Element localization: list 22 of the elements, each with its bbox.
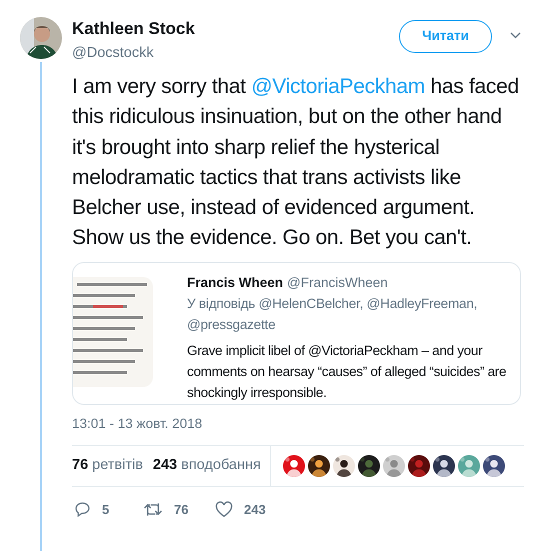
quoted-tweet-card[interactable]	[72, 262, 521, 405]
tweet-text: I am very sorry that @VictoriaPeckham has faced this ridiculous insinuation, but on the other hand it's brought into sharp relief the hysterical melodramatic tactics that trans activists like Belcher use, instead of evidenced argument. Show us the evidence. Go on. Bet you can't.	[72, 74, 520, 252]
author-handle[interactable]: @Docstockk	[72, 43, 195, 63]
quoted-author-name: Francis Wheen	[187, 274, 284, 292]
timestamp[interactable]: 13:01 - 13 жовт. 2018	[72, 414, 543, 434]
heart-icon[interactable]	[215, 501, 233, 518]
reply-to-text: У відповідь @HelenCBelcher, @HadleyFreeman, @pressgazette	[187, 294, 478, 334]
speech-bubble-icon[interactable]	[74, 501, 91, 518]
action-count[interactable]: 243	[244, 500, 266, 520]
quoted-tweet-text: Grave implicit libel of @VictoriaPeckham – and your comments on hearsay “causes” of alleged “suicides” are shockingly irresponsible.	[187, 342, 507, 402]
action-count[interactable]: 5	[102, 500, 110, 520]
stat-label[interactable]: вподобання	[181, 454, 261, 477]
author-name[interactable]: Kathleen Stock	[72, 19, 195, 39]
quoted-author-handle: @FrancisWheen	[287, 274, 388, 292]
chevron-down-icon[interactable]	[510, 32, 521, 39]
stat-count[interactable]: 76	[72, 454, 88, 477]
action-count[interactable]: 76	[174, 500, 188, 520]
retweet-icon[interactable]	[143, 501, 163, 518]
follow-button[interactable]: Читати	[399, 20, 492, 53]
stat-label[interactable]: ретвітів	[92, 454, 143, 477]
mention-link[interactable]: @VictoriaPeckham	[251, 75, 425, 98]
stat-count[interactable]: 243	[152, 454, 178, 477]
